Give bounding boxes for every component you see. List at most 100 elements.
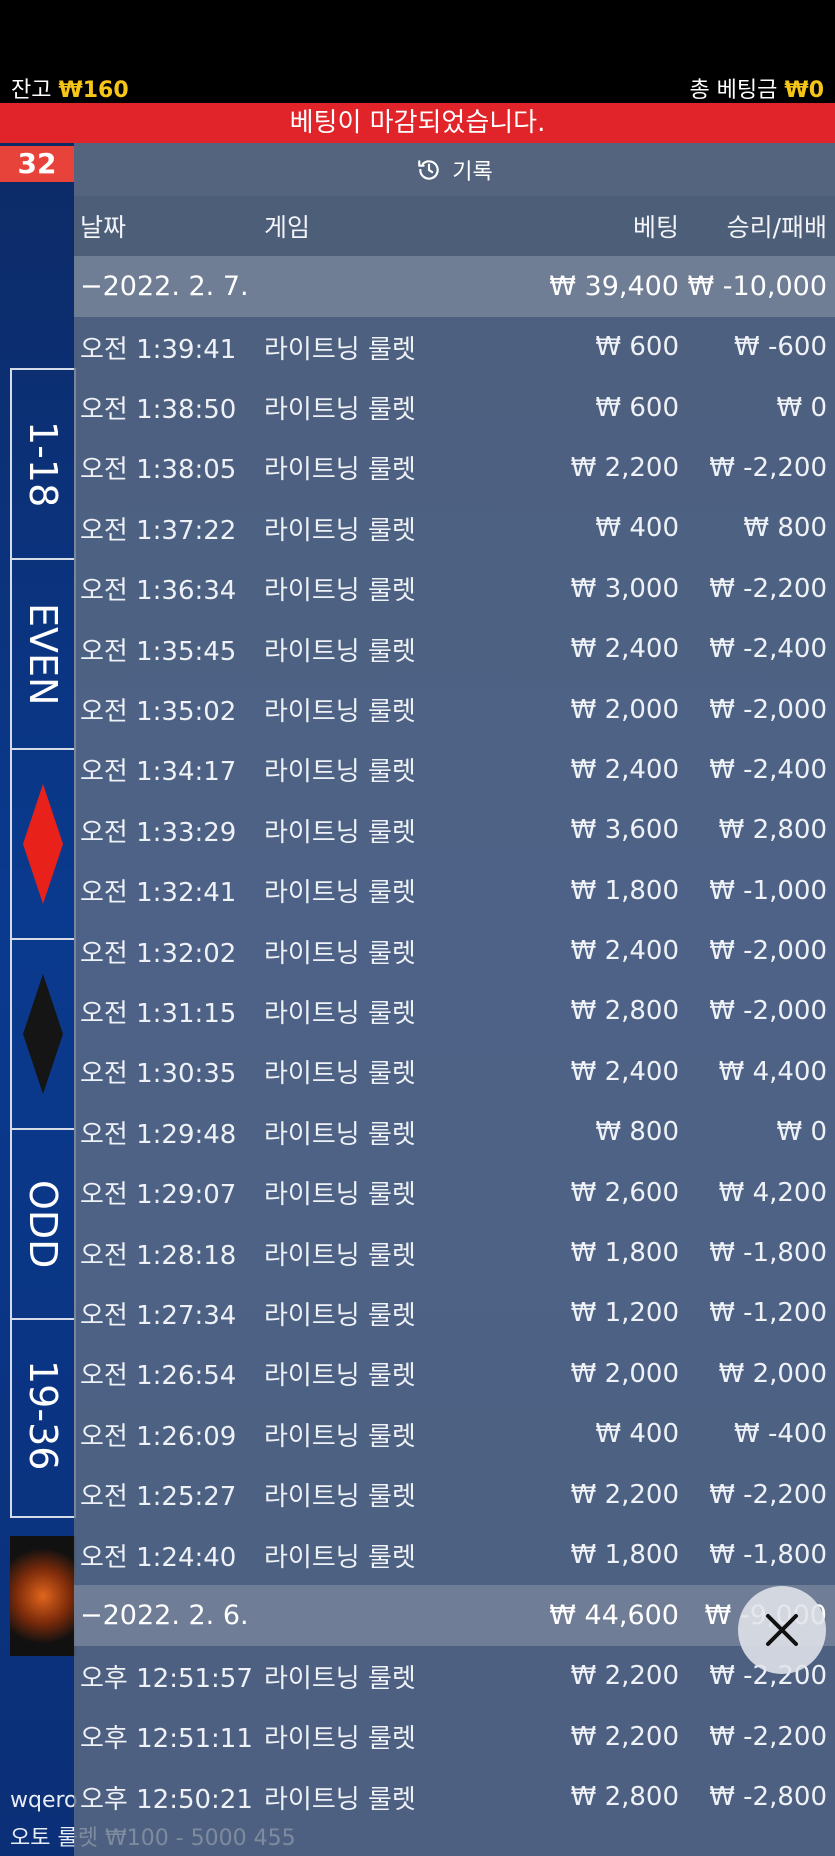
bet-red[interactable] [12, 750, 74, 940]
row-time: 오전 1:26:09 [80, 1421, 237, 1452]
row-game: 라이트닝 룰렛 [264, 576, 416, 607]
row-win-loss: ₩ 4,200 [718, 1177, 827, 1208]
row-win-loss: ₩ -400 [734, 1419, 827, 1450]
close-icon [766, 1614, 798, 1646]
history-row[interactable]: 오전 1:38:05 라이트닝 룰렛 ₩ 2,200 ₩ -2,200 [74, 438, 835, 498]
row-bet: ₩ 2,400 [570, 754, 679, 785]
history-row[interactable]: 오후 12:51:57 라이트닝 룰렛 ₩ 2,200 ₩ -2,200 [74, 1646, 835, 1706]
history-row[interactable]: 오전 1:26:09 라이트닝 룰렛 ₩ 400 ₩ -400 [74, 1404, 835, 1464]
history-row[interactable]: 오전 1:30:35 라이트닝 룰렛 ₩ 2,400 ₩ 4,400 [74, 1042, 835, 1102]
row-bet: ₩ 400 [595, 1419, 679, 1450]
history-row[interactable]: 오전 1:33:29 라이트닝 룰렛 ₩ 3,600 ₩ 2,800 [74, 800, 835, 860]
row-win-loss: ₩ -2,000 [709, 936, 827, 967]
total-bet: 총 베팅금 ₩0 [689, 72, 824, 104]
history-row[interactable]: 오전 1:32:41 라이트닝 룰렛 ₩ 1,800 ₩ -1,000 [74, 861, 835, 921]
total-bet-value: ₩0 [784, 78, 824, 103]
row-time: 오전 1:33:29 [80, 817, 237, 848]
row-bet: ₩ 2,400 [570, 936, 679, 967]
row-game: 라이트닝 룰렛 [264, 998, 416, 1029]
group-date: −2022. 2. 7. [80, 271, 249, 302]
row-game: 라이트닝 룰렛 [264, 334, 416, 365]
table-header: 날짜 게임 베팅 승리/패배 [74, 196, 835, 256]
bet-odd[interactable]: ODD [12, 1130, 74, 1320]
row-time: 오전 1:31:15 [80, 998, 237, 1029]
balance-label: 잔고 [11, 78, 52, 103]
date-group-header[interactable]: −2022. 2. 6.₩ 44,600₩ -9,000 [74, 1585, 835, 1647]
history-row[interactable]: 오전 1:31:15 라이트닝 룰렛 ₩ 2,800 ₩ -2,000 [74, 981, 835, 1041]
row-game: 라이트닝 룰렛 [264, 1361, 416, 1392]
row-game: 라이트닝 룰렛 [264, 636, 416, 667]
row-time: 오전 1:32:41 [80, 878, 237, 909]
history-row[interactable]: 오전 1:38:50 라이트닝 룰렛 ₩ 600 ₩ 0 [74, 377, 835, 437]
history-list[interactable]: −2022. 2. 7. ₩ 39,400 ₩ -10,000 오전 1:39:41 라… [74, 256, 835, 1827]
history-row[interactable]: 오전 1:34:17 라이트닝 룰렛 ₩ 2,400 ₩ -2,400 [74, 740, 835, 800]
col-game: 게임 [264, 213, 311, 242]
row-bet: ₩ 2,200 [570, 1721, 679, 1752]
history-row[interactable]: 오전 1:26:54 라이트닝 룰렛 ₩ 2,000 ₩ 2,000 [74, 1344, 835, 1404]
group-bet-total: ₩ 44,600 [549, 1600, 679, 1632]
bet-even[interactable]: EVEN [12, 560, 74, 750]
history-row[interactable]: 오전 1:35:45 라이트닝 룰렛 ₩ 2,400 ₩ -2,400 [74, 619, 835, 679]
row-win-loss: ₩ 2,800 [718, 815, 827, 846]
row-win-loss: ₩ -2,400 [709, 634, 827, 665]
group-bet-total: ₩ 39,400 [549, 271, 679, 302]
row-win-loss: ₩ -2,200 [709, 1479, 827, 1510]
row-game: 라이트닝 룰렛 [264, 938, 416, 969]
history-row[interactable]: 오전 1:29:07 라이트닝 룰렛 ₩ 2,600 ₩ 4,200 [74, 1162, 835, 1222]
bet-label: ODD [21, 1179, 65, 1269]
row-win-loss: ₩ -2,800 [709, 1782, 827, 1813]
row-time: 오전 1:37:22 [80, 515, 237, 546]
history-row[interactable]: 오전 1:36:34 라이트닝 룰렛 ₩ 3,000 ₩ -2,200 [74, 559, 835, 619]
history-row[interactable]: 오전 1:27:34 라이트닝 룰렛 ₩ 1,200 ₩ -1,200 [74, 1283, 835, 1343]
bet-19-36[interactable]: 19-36 [12, 1320, 74, 1510]
history-row[interactable]: 오전 1:32:02 라이트닝 룰렛 ₩ 2,400 ₩ -2,000 [74, 921, 835, 981]
row-game: 라이트닝 룰렛 [264, 697, 416, 728]
row-game: 라이트닝 룰렛 [264, 1059, 416, 1090]
history-row[interactable]: 오후 12:50:21 라이트닝 룰렛 ₩ 2,800 ₩ -2,800 [74, 1767, 835, 1827]
row-bet: ₩ 2,000 [570, 694, 679, 725]
bet-black[interactable] [12, 940, 74, 1130]
row-time: 오전 1:35:45 [80, 636, 237, 667]
row-bet: ₩ 800 [595, 1117, 679, 1148]
row-win-loss: ₩ -1,800 [709, 1238, 827, 1269]
row-bet: ₩ 2,000 [570, 1358, 679, 1389]
history-row[interactable]: 오전 1:24:40 라이트닝 룰렛 ₩ 1,800 ₩ -1,800 [74, 1525, 835, 1585]
row-bet: ₩ 2,600 [570, 1177, 679, 1208]
col-bet: 베팅 [632, 213, 679, 242]
history-row[interactable]: 오전 1:35:02 라이트닝 룰렛 ₩ 2,000 ₩ -2,000 [74, 679, 835, 739]
row-game: 라이트닝 룰렛 [264, 455, 416, 486]
bet-1-18[interactable]: 1-18 [12, 370, 74, 560]
row-bet: ₩ 1,800 [570, 1238, 679, 1269]
top-bar: 잔고 ₩160 총 베팅금 ₩0 [0, 0, 835, 103]
row-win-loss: ₩ -2,400 [709, 754, 827, 785]
row-time: 오전 1:30:35 [80, 1059, 237, 1090]
balance: 잔고 ₩160 [11, 72, 129, 104]
clock-history-icon [418, 159, 439, 180]
row-game: 라이트닝 룰렛 [264, 1240, 416, 1271]
row-win-loss: ₩ 0 [776, 392, 827, 423]
history-row[interactable]: 오후 12:51:11 라이트닝 룰렛 ₩ 2,200 ₩ -2,200 [74, 1707, 835, 1767]
close-button[interactable] [738, 1586, 826, 1674]
betting-closed-banner: 베팅이 마감되었습니다. [0, 103, 835, 143]
row-win-loss: ₩ -2,200 [709, 1721, 827, 1752]
history-row[interactable]: 오전 1:39:41 라이트닝 룰렛 ₩ 600 ₩ -600 [74, 317, 835, 377]
history-row[interactable]: 오전 1:25:27 라이트닝 룰렛 ₩ 2,200 ₩ -2,200 [74, 1464, 835, 1524]
row-win-loss: ₩ -2,000 [709, 996, 827, 1027]
live-video-thumbnail[interactable] [10, 1536, 76, 1656]
row-time: 오전 1:32:02 [80, 938, 237, 969]
history-row[interactable]: 오전 1:37:22 라이트닝 룰렛 ₩ 400 ₩ 800 [74, 498, 835, 558]
row-bet: ₩ 2,400 [570, 634, 679, 665]
row-time: 오전 1:35:02 [80, 697, 237, 728]
row-bet: ₩ 3,000 [570, 573, 679, 604]
date-group-header[interactable]: −2022. 2. 7. ₩ 39,400 ₩ -10,000 [74, 256, 835, 317]
history-row[interactable]: 오전 1:29:48 라이트닝 룰렛 ₩ 800 ₩ 0 [74, 1102, 835, 1162]
row-time: 오전 1:27:34 [80, 1300, 237, 1331]
row-game: 라이트닝 룰렛 [264, 1119, 416, 1150]
row-win-loss: ₩ 0 [776, 1117, 827, 1148]
row-bet: ₩ 400 [595, 513, 679, 544]
row-game: 라이트닝 룰렛 [264, 878, 416, 909]
history-row[interactable]: 오전 1:28:18 라이트닝 룰렛 ₩ 1,800 ₩ -1,800 [74, 1223, 835, 1283]
last-result-number: 32 [0, 146, 74, 182]
bet-label: 19-36 [21, 1359, 65, 1471]
row-time: 오전 1:28:18 [80, 1240, 237, 1271]
